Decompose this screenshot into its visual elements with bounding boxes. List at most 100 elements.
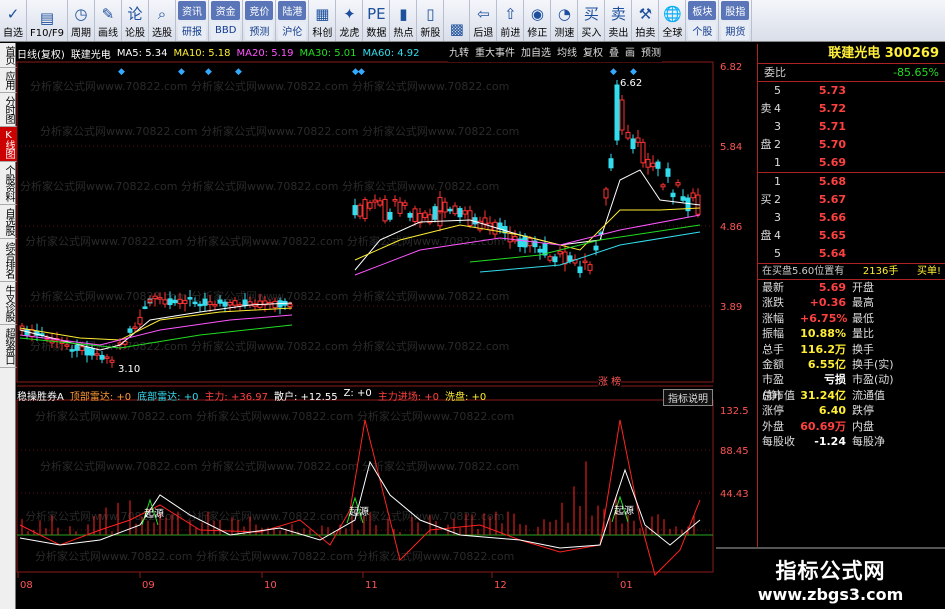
candle-body-115 xyxy=(650,162,656,168)
quote-row: 总市值 31.24亿 流通值 xyxy=(758,388,945,403)
quote-row: 涨停 6.40 跌停 xyxy=(758,403,945,418)
qiyuan-label-1: 起源 xyxy=(349,505,369,518)
indicator-explain-button[interactable]: 指标说明 xyxy=(663,389,713,406)
candle-body-45 xyxy=(242,299,248,307)
chart-button-bar: 九转 重大事件 加自选 均线 复权叠画预测 xyxy=(448,44,662,62)
candle-body-43 xyxy=(232,300,238,306)
book-ask-level: 5 xyxy=(774,84,781,97)
watermark-line-6: 分析家公式网www.70822.com 分析家公式网www.70822.com … xyxy=(35,409,514,423)
quote-value: 116.2万 xyxy=(800,342,846,356)
candle-body-17 xyxy=(104,356,110,359)
book-bid-side-char xyxy=(758,173,774,191)
quote-key2: 最高 xyxy=(852,296,874,310)
quote-value: 31.24亿 xyxy=(800,388,846,402)
book-bid-price: 5.66 xyxy=(818,211,846,224)
quote-value: 60.69万 xyxy=(800,419,846,433)
candle-body-23 xyxy=(137,316,143,325)
watermark-line-3: 分析家公式网www.70822.com 分析家公式网www.70822.com … xyxy=(25,234,504,248)
signal-diamond-5: ◆ xyxy=(358,67,365,77)
date-tick-5: 01 xyxy=(620,580,633,591)
candle-body-78 xyxy=(462,210,468,215)
candle-body-109 xyxy=(619,99,625,131)
quote-value: 6.55亿 xyxy=(807,357,846,371)
quote-key: 外盘 xyxy=(762,419,784,433)
zhangfu-tab[interactable]: 涨 榜 xyxy=(598,373,622,388)
quote-row: 涨幅 +6.75% 最低 xyxy=(758,311,945,326)
sub-chart-frame xyxy=(16,399,714,573)
quote-key: 涨跌 xyxy=(762,296,784,310)
candle-body-56 xyxy=(357,204,363,217)
quote-key: 金额 xyxy=(762,357,784,371)
quote-value: -1.24 xyxy=(814,434,846,448)
candle-body-79 xyxy=(467,210,473,227)
site-watermark: 指标公式网 www.zbgs3.com xyxy=(716,547,945,609)
indicator-value-6: 洗盘: +0 xyxy=(445,392,487,403)
book-bid-volume xyxy=(846,191,945,209)
indicator-value-5: 主力进场: +0 xyxy=(377,392,439,403)
book-ask-price: 5.70 xyxy=(818,138,846,151)
candle-body-119 xyxy=(670,192,676,198)
chart-button-5[interactable]: 叠 xyxy=(608,44,620,62)
quote-value: +6.75% xyxy=(800,311,848,325)
candle-body-14 xyxy=(89,348,95,356)
weibi-value: -85.65% xyxy=(893,66,939,79)
book-bid-side-char xyxy=(758,209,774,227)
candle-body-75 xyxy=(447,208,453,212)
candle-body-104 xyxy=(593,245,599,251)
candle-body-24 xyxy=(142,306,148,309)
quote-key: 涨停 xyxy=(762,404,784,418)
candle-body-73 xyxy=(437,196,443,212)
book-bid-row: 盘 4 5.65 xyxy=(758,227,945,245)
candle-body-123 xyxy=(690,192,696,199)
book-ask-side-char: 盘 xyxy=(760,138,772,151)
quote-row: 涨跌 +0.36 最高 xyxy=(758,295,945,310)
watermark-line-7: 分析家公式网www.70822.com 分析家公式网www.70822.com … xyxy=(40,459,519,473)
candle-body-107 xyxy=(608,158,614,169)
book-ask-row: 卖 4 5.72 xyxy=(758,100,945,118)
candle-body-54 xyxy=(287,303,293,308)
candle-body-71 xyxy=(432,206,438,220)
book-bid-row: 3 5.66 xyxy=(758,209,945,227)
candle-body-59 xyxy=(372,199,378,203)
date-tick-0: 08 xyxy=(20,580,33,591)
chart-button-1[interactable]: 重大事件 xyxy=(474,44,516,62)
chart-button-7[interactable]: 预测 xyxy=(640,44,662,62)
book-bid-level: 4 xyxy=(774,229,781,242)
book-ask-price: 5.71 xyxy=(818,120,846,133)
signal-diamond-1: ◆ xyxy=(178,67,185,77)
weibi-row: 委比 -85.65% xyxy=(758,64,945,82)
chart-button-6[interactable]: 画 xyxy=(624,44,636,62)
low-annotation: 3.10 xyxy=(118,364,140,375)
chart-button-0[interactable]: 九转 xyxy=(448,44,470,62)
candle-body-103 xyxy=(587,264,593,271)
book-ask-volume xyxy=(846,136,945,154)
chart-button-4[interactable]: 复权 xyxy=(582,44,604,62)
quote-row: 每股收 -1.24 每股净 xyxy=(758,434,945,449)
ma-value-1: MA10: 5.18 xyxy=(173,47,231,59)
candle-body-51 xyxy=(272,300,278,309)
big-order-volume: 2136手 xyxy=(862,266,899,277)
indicator-name[interactable]: 稳操胜券A xyxy=(17,388,64,403)
book-ask-side-char xyxy=(758,118,774,136)
candle-body-38 xyxy=(207,301,213,306)
book-bid-side-char: 买 xyxy=(760,193,772,206)
book-ask-volume xyxy=(846,82,945,100)
ma-value-0: MA5: 5.34 xyxy=(116,47,168,59)
candle-body-116 xyxy=(655,161,661,169)
candle-body-66 xyxy=(407,212,413,218)
candle-body-16 xyxy=(99,354,105,360)
book-ask-volume xyxy=(846,100,945,118)
candle-body-18 xyxy=(109,359,115,363)
quote-value: 5.69 xyxy=(818,281,846,294)
chart-button-3[interactable]: 均线 xyxy=(556,44,578,62)
book-bid-row: 5 5.64 xyxy=(758,245,945,263)
book-bid-level: 5 xyxy=(774,247,781,260)
candle-body-42 xyxy=(227,301,233,306)
book-ask-row: 盘 2 5.70 xyxy=(758,136,945,154)
watermark-url: www.zbgs3.com xyxy=(757,584,904,604)
quote-value: 6.40 xyxy=(818,404,846,418)
quote-row: 金额 6.55亿 换手(实) xyxy=(758,357,945,372)
chart-button-2[interactable]: 加自选 xyxy=(520,44,552,62)
book-ask-side-char xyxy=(758,154,774,172)
candle-body-76 xyxy=(452,205,458,215)
